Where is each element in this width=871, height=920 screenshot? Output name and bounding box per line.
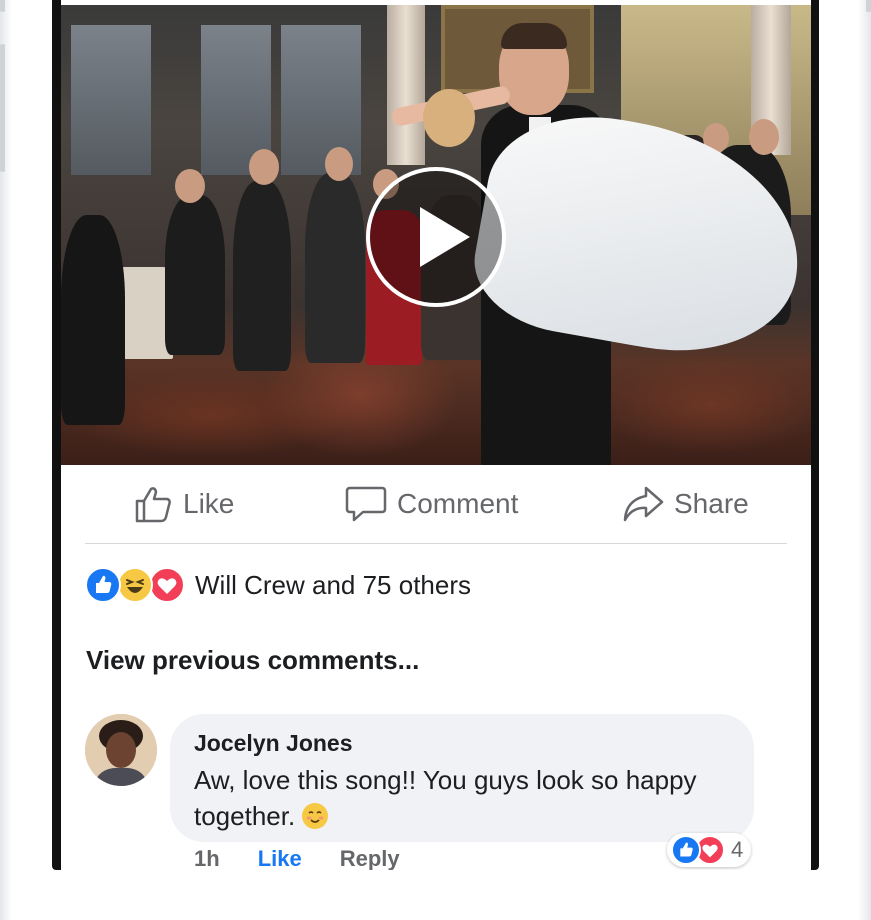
guest-figure <box>233 181 291 371</box>
share-arrow-icon <box>623 486 664 522</box>
comment-text: Aw, love this song!! You guys look so ha… <box>194 762 714 834</box>
guest-head <box>175 169 205 203</box>
like-label: Like <box>183 488 235 519</box>
guest-head <box>325 147 353 181</box>
guest-figure <box>61 215 125 425</box>
phone-side-button <box>0 44 5 172</box>
like-reaction-icon <box>85 567 121 603</box>
reactions-summary-text[interactable]: Will Crew and 75 others <box>195 570 471 601</box>
comment-time: 1h <box>194 846 220 870</box>
video-player[interactable] <box>61 5 811 465</box>
bride-head <box>423 89 475 147</box>
comment-author[interactable]: Jocelyn Jones <box>194 730 353 757</box>
avatar[interactable] <box>85 714 157 786</box>
comment-bubble: Jocelyn Jones Aw, love this song!! You g… <box>170 714 754 842</box>
comment-label: Comment <box>397 488 519 519</box>
comment-meta: 1h Like Reply <box>194 846 400 870</box>
facebook-post: Like Comment Share Will Crew and 75 othe… <box>61 0 811 870</box>
comment-bubble-icon <box>345 486 387 522</box>
blush-emoji-icon <box>302 803 329 829</box>
reactions-summary[interactable]: Will Crew and 75 others <box>85 563 471 607</box>
guest-figure <box>165 195 225 355</box>
share-button[interactable]: Share <box>622 481 749 527</box>
comment-button[interactable]: Comment <box>345 481 518 527</box>
guest-head <box>249 149 279 185</box>
groom-hair <box>501 23 567 49</box>
like-reaction-icon <box>671 835 701 865</box>
comment-like-link[interactable]: Like <box>258 846 302 870</box>
play-icon <box>420 207 470 267</box>
view-previous-comments-link[interactable]: View previous comments... <box>86 645 419 676</box>
comment-reactions[interactable]: 4 <box>667 833 752 867</box>
comment-reaction-count: 4 <box>731 837 744 862</box>
comment-reply-link[interactable]: Reply <box>340 846 400 870</box>
background-window <box>71 25 151 175</box>
action-bar: Like Comment Share <box>85 465 787 544</box>
love-reaction-icon <box>149 567 185 603</box>
comment-body: Aw, love this song!! You guys look so ha… <box>194 765 697 831</box>
phone-side-button <box>866 0 871 12</box>
guest-figure <box>305 173 365 363</box>
haha-reaction-icon <box>117 567 153 603</box>
thumbs-up-icon <box>135 487 171 523</box>
guest-head <box>749 119 779 155</box>
like-button[interactable]: Like <box>133 481 234 527</box>
phone-side-button <box>0 0 5 12</box>
background-pillar <box>387 5 425 165</box>
share-label: Share <box>674 488 749 519</box>
play-button[interactable] <box>366 167 506 307</box>
